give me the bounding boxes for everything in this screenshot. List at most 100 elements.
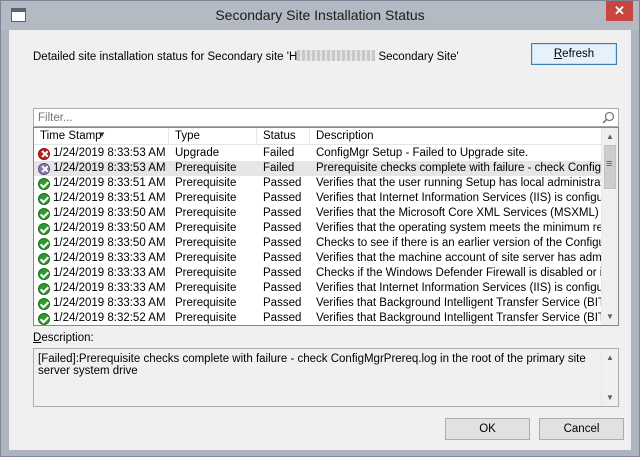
cell-type: Prerequisite bbox=[175, 297, 237, 309]
timestamp-text: 1/24/2019 8:33:51 AM bbox=[53, 177, 166, 189]
cell-timestamp: 1/24/2019 8:32:52 AM bbox=[34, 311, 169, 325]
cell-timestamp: 1/24/2019 8:33:53 AM bbox=[34, 161, 169, 176]
cell-status: Passed bbox=[263, 237, 302, 249]
scroll-down-arrow-icon[interactable]: ▼ bbox=[602, 389, 618, 406]
check-circle-icon bbox=[38, 282, 50, 295]
cell-type: Upgrade bbox=[175, 147, 220, 159]
cell-timestamp: 1/24/2019 8:33:33 AM bbox=[34, 251, 169, 266]
heading-suffix: Secondary Site' bbox=[375, 51, 459, 63]
cell-type: Prerequisite bbox=[175, 177, 237, 189]
timestamp-text: 1/24/2019 8:33:50 AM bbox=[53, 237, 166, 249]
refresh-accel: R bbox=[553, 48, 563, 60]
cell-type: Prerequisite bbox=[175, 252, 237, 264]
refresh-button[interactable]: Refresh bbox=[531, 43, 617, 65]
search-icon[interactable] bbox=[602, 111, 615, 124]
cell-type: Prerequisite bbox=[175, 192, 237, 204]
cell-timestamp: 1/24/2019 8:33:33 AM bbox=[34, 296, 169, 311]
table-row[interactable]: 1/24/2019 8:33:51 AM Prerequisite Passed… bbox=[34, 191, 602, 206]
column-label-timestamp: Time Stamp bbox=[40, 130, 102, 142]
table-row[interactable]: 1/24/2019 8:33:33 AM Prerequisite Passed… bbox=[34, 281, 602, 296]
error-x-circle-icon bbox=[38, 147, 50, 160]
ok-button[interactable]: OK bbox=[445, 418, 530, 440]
table-row[interactable]: 1/24/2019 8:33:33 AM Prerequisite Passed… bbox=[34, 266, 602, 281]
cell-timestamp: 1/24/2019 8:33:33 AM bbox=[34, 281, 169, 296]
cell-type: Prerequisite bbox=[175, 162, 237, 174]
title-bar[interactable]: Secondary Site Installation Status ✕ bbox=[1, 1, 639, 30]
cell-type: Prerequisite bbox=[175, 267, 237, 279]
check-circle-icon bbox=[38, 222, 50, 235]
cell-status: Passed bbox=[263, 177, 302, 189]
cell-description: Checks to see if there is an earlier ver… bbox=[316, 237, 602, 249]
refresh-label: efresh bbox=[562, 48, 595, 60]
cell-timestamp: 1/24/2019 8:33:50 AM bbox=[34, 221, 169, 236]
cell-status: Passed bbox=[263, 282, 302, 294]
cell-type: Prerequisite bbox=[175, 282, 237, 294]
cell-status: Passed bbox=[263, 312, 302, 324]
check-circle-icon bbox=[38, 252, 50, 265]
column-header-type[interactable]: Type bbox=[169, 128, 257, 145]
status-list[interactable]: Time Stamp ▼ Type Status Description 1/2… bbox=[33, 127, 619, 326]
column-header-timestamp[interactable]: Time Stamp ▼ bbox=[34, 128, 169, 145]
filter-input[interactable] bbox=[34, 109, 594, 126]
dialog-client: Detailed site installation status for Se… bbox=[9, 30, 631, 450]
cell-timestamp: 1/24/2019 8:33:50 AM bbox=[34, 236, 169, 251]
scroll-up-arrow-icon[interactable]: ▲ bbox=[602, 349, 618, 366]
timestamp-text: 1/24/2019 8:33:53 AM bbox=[53, 162, 166, 174]
sort-descending-icon: ▼ bbox=[98, 130, 106, 139]
column-header-status[interactable]: Status bbox=[257, 128, 310, 145]
scroll-down-arrow-icon[interactable]: ▼ bbox=[602, 308, 618, 325]
scroll-up-arrow-icon[interactable]: ▲ bbox=[602, 128, 618, 145]
check-circle-icon bbox=[38, 312, 50, 325]
cell-status: Failed bbox=[263, 162, 295, 174]
timestamp-text: 1/24/2019 8:33:33 AM bbox=[53, 297, 166, 309]
list-vertical-scrollbar[interactable]: ▲ ▼ bbox=[601, 128, 618, 325]
timestamp-text: 1/24/2019 8:33:53 AM bbox=[53, 147, 166, 159]
check-circle-icon bbox=[38, 177, 50, 190]
cell-description: Verifies that the user running Setup has… bbox=[316, 177, 602, 189]
error-x-circle-icon bbox=[38, 162, 50, 175]
cell-description: Checks if the Windows Defender Firewall … bbox=[316, 267, 602, 279]
table-row[interactable]: 1/24/2019 8:33:51 AM Prerequisite Passed… bbox=[34, 176, 602, 191]
check-circle-icon bbox=[38, 297, 50, 310]
timestamp-text: 1/24/2019 8:33:50 AM bbox=[53, 222, 166, 234]
filter-box[interactable] bbox=[33, 108, 619, 127]
list-header: Time Stamp ▼ Type Status Description bbox=[34, 128, 602, 145]
cell-type: Prerequisite bbox=[175, 312, 237, 324]
cell-description: Verifies that the operating system meets… bbox=[316, 222, 602, 234]
close-button[interactable]: ✕ bbox=[606, 1, 633, 21]
timestamp-text: 1/24/2019 8:33:33 AM bbox=[53, 267, 166, 279]
site-status-heading: Detailed site installation status for Se… bbox=[33, 50, 459, 63]
description-vertical-scrollbar[interactable]: ▲ ▼ bbox=[601, 349, 618, 406]
cell-description: Verifies that the machine account of sit… bbox=[316, 252, 602, 264]
description-label: Description: bbox=[33, 332, 94, 344]
cancel-button[interactable]: Cancel bbox=[539, 418, 624, 440]
cell-status: Passed bbox=[263, 192, 302, 204]
table-row[interactable]: 1/24/2019 8:33:33 AM Prerequisite Passed… bbox=[34, 251, 602, 266]
cell-status: Passed bbox=[263, 252, 302, 264]
cell-description: Verifies that Internet Information Servi… bbox=[316, 192, 602, 204]
dialog-window: Secondary Site Installation Status ✕ Det… bbox=[0, 0, 640, 457]
check-circle-icon bbox=[38, 207, 50, 220]
cell-timestamp: 1/24/2019 8:33:51 AM bbox=[34, 191, 169, 206]
cell-type: Prerequisite bbox=[175, 237, 237, 249]
scrollbar-thumb[interactable] bbox=[604, 145, 616, 189]
table-row[interactable]: 1/24/2019 8:33:53 AM Upgrade Failed Conf… bbox=[34, 146, 602, 161]
table-row[interactable]: 1/24/2019 8:33:50 AM Prerequisite Passed… bbox=[34, 206, 602, 221]
redacted-site-code bbox=[297, 50, 376, 61]
cell-timestamp: 1/24/2019 8:33:51 AM bbox=[34, 176, 169, 191]
cell-timestamp: 1/24/2019 8:33:50 AM bbox=[34, 206, 169, 221]
heading-prefix: Detailed site installation status for Se… bbox=[33, 51, 298, 63]
table-row[interactable]: 1/24/2019 8:33:50 AM Prerequisite Passed… bbox=[34, 236, 602, 251]
column-header-description[interactable]: Description bbox=[310, 128, 602, 145]
description-text: [Failed]:Prerequisite checks complete wi… bbox=[38, 353, 586, 377]
table-row[interactable]: 1/24/2019 8:33:33 AM Prerequisite Passed… bbox=[34, 296, 602, 311]
cell-type: Prerequisite bbox=[175, 207, 237, 219]
timestamp-text: 1/24/2019 8:33:51 AM bbox=[53, 192, 166, 204]
cell-status: Failed bbox=[263, 147, 295, 159]
description-textbox[interactable]: [Failed]:Prerequisite checks complete wi… bbox=[33, 348, 619, 407]
table-row[interactable]: 1/24/2019 8:33:50 AM Prerequisite Passed… bbox=[34, 221, 602, 236]
table-row[interactable]: 1/24/2019 8:32:52 AM Prerequisite Passed… bbox=[34, 311, 602, 325]
cell-status: Passed bbox=[263, 297, 302, 309]
cell-timestamp: 1/24/2019 8:33:53 AM bbox=[34, 146, 169, 161]
table-row-selected[interactable]: 1/24/2019 8:33:53 AM Prerequisite Failed… bbox=[34, 161, 602, 176]
